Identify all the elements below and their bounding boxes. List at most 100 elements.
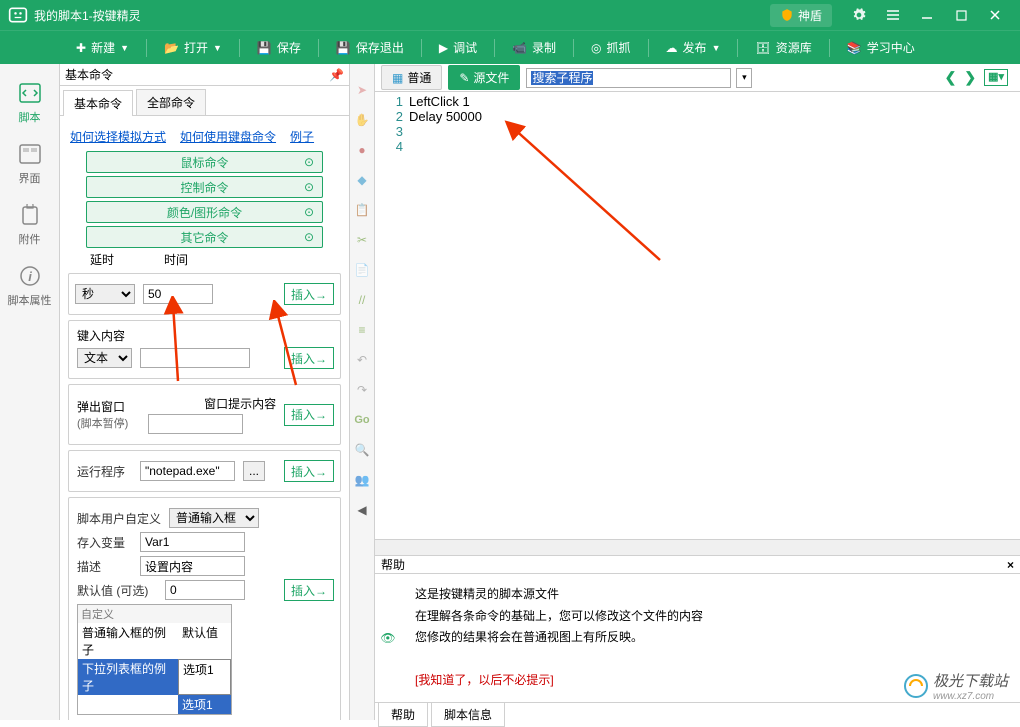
popup-insert-button[interactable]: 插入→ — [284, 404, 334, 426]
tab-basic-cmd[interactable]: 基本命令 — [63, 90, 133, 116]
btn-ctrl-cmd[interactable]: 控制命令⊙ — [86, 176, 323, 198]
tool-break-icon[interactable]: ● — [354, 142, 370, 158]
chevron-up-icon: ⊙ — [304, 230, 314, 244]
editor-side-tools: ➤ ✋ ● ◆ 📋 ✂ 📄 // ≡ ↶ ↷ Go 🔍 👥 ◀ — [350, 64, 375, 720]
delay-insert-button[interactable]: 插入→ — [284, 283, 334, 305]
tool-bookmark-icon[interactable]: ◆ — [354, 172, 370, 188]
grid-icon: ▦ — [392, 71, 403, 85]
run-browse-button[interactable]: ... — [243, 461, 265, 481]
ui-icon — [16, 141, 44, 167]
tab-script-info[interactable]: 脚本信息 — [431, 703, 505, 727]
list-item[interactable]: 选项1 — [78, 695, 231, 714]
nav-next-icon[interactable]: ❯ — [964, 69, 976, 86]
nav-prev-icon[interactable]: ❮ — [945, 69, 957, 86]
custom-var-input[interactable] — [140, 532, 245, 552]
nav-attach[interactable]: 附件 — [5, 196, 55, 253]
tool-hand-icon[interactable]: ✋ — [354, 112, 370, 128]
study-button[interactable]: 📚学习中心 — [839, 35, 923, 60]
maximize-button[interactable] — [944, 0, 978, 30]
custom-section: 脚本用户自定义 普通输入框 存入变量 描述 默认值 (可选) 插入→ — [68, 497, 341, 720]
open-button[interactable]: 📂打开▼ — [156, 35, 230, 60]
delay-value-input[interactable] — [143, 284, 213, 304]
popup-hint-input[interactable] — [148, 414, 243, 434]
menu-button[interactable] — [876, 0, 910, 30]
pin-icon[interactable]: 📌 — [329, 68, 344, 82]
tab-all-cmd[interactable]: 全部命令 — [136, 89, 206, 115]
help-close-icon[interactable]: × — [1007, 558, 1014, 572]
list-item[interactable]: 下拉列表框的例子选项1 — [78, 659, 231, 695]
command-panel: 基本命令 📌 基本命令 全部命令 如何选择模拟方式 如何使用键盘命令 例子 鼠标… — [60, 64, 350, 720]
play-icon: ▶ — [439, 41, 448, 55]
code-icon: ✎ — [459, 71, 469, 85]
delay-section: 秒 插入→ — [68, 273, 341, 315]
tool-redo-icon[interactable]: ↷ — [354, 382, 370, 398]
custom-list[interactable]: 自定义 普通输入框的例子默认值 下拉列表框的例子选项1 选项1 — [77, 604, 232, 715]
tool-collapse-icon[interactable]: ◀ — [354, 502, 370, 518]
publish-icon: ☁ — [666, 41, 678, 55]
editor-h-scrollbar[interactable] — [375, 539, 1020, 555]
code-editor[interactable]: 1LeftClick 1 2Delay 50000 3 4 — [375, 92, 1020, 539]
run-program-input[interactable] — [140, 461, 235, 481]
gear-icon — [852, 8, 866, 22]
publish-button[interactable]: ☁发布▼ — [658, 35, 729, 60]
settings-button[interactable] — [842, 0, 876, 30]
nav-ui[interactable]: 界面 — [5, 135, 55, 192]
tool-undo-icon[interactable]: ↶ — [354, 352, 370, 368]
editor-view-tabs: ▦普通 ✎源文件 搜索子程序 ▾ ❮ ❯ ▦▾ — [375, 64, 1020, 92]
tab-source-view[interactable]: ✎源文件 — [448, 65, 520, 90]
search-subroutine[interactable]: 搜索子程序 — [526, 68, 731, 88]
btn-mouse-cmd[interactable]: 鼠标命令⊙ — [86, 151, 323, 173]
btn-color-cmd[interactable]: 颜色/图形命令⊙ — [86, 201, 323, 223]
list-item[interactable]: 普通输入框的例子默认值 — [78, 623, 231, 659]
search-dropdown-icon[interactable]: ▾ — [736, 68, 752, 88]
tool-comment-icon[interactable]: // — [354, 292, 370, 308]
book-icon: 📚 — [847, 41, 862, 55]
save-button[interactable]: 💾保存 — [249, 35, 309, 60]
input-type-select[interactable]: 文本 — [77, 348, 132, 368]
save-exit-button[interactable]: 💾保存退出 — [328, 35, 412, 60]
custom-insert-button[interactable]: 插入→ — [284, 579, 334, 601]
new-button[interactable]: ✚新建▼ — [68, 35, 137, 60]
help-dismiss-link[interactable]: [我知道了，以后不必提示] — [415, 673, 554, 687]
grab-button[interactable]: ◎抓抓 — [583, 35, 639, 60]
tool-find-icon[interactable]: 🔍 — [354, 442, 370, 458]
tool-users-icon[interactable]: 👥 — [354, 472, 370, 488]
link-sim-mode[interactable]: 如何选择模拟方式 — [70, 128, 166, 145]
run-insert-button[interactable]: 插入→ — [284, 460, 334, 482]
debug-button[interactable]: ▶调试 — [431, 35, 485, 60]
input-insert-button[interactable]: 插入→ — [284, 347, 334, 369]
nav-script[interactable]: 脚本 — [5, 74, 55, 131]
custom-type-select[interactable]: 普通输入框 — [169, 508, 259, 528]
plus-icon: ✚ — [76, 41, 86, 55]
tool-uncomment-icon[interactable]: ≡ — [354, 322, 370, 338]
tool-cut-icon[interactable]: ✂ — [354, 232, 370, 248]
input-content-input[interactable] — [140, 348, 250, 368]
tool-copy-icon[interactable]: 📋 — [354, 202, 370, 218]
shield-button[interactable]: 神盾 — [770, 4, 832, 27]
tool-paste-icon[interactable]: 📄 — [354, 262, 370, 278]
custom-desc-input[interactable] — [140, 556, 245, 576]
tool-cursor-icon[interactable]: ➤ — [354, 82, 370, 98]
minimize-button[interactable] — [910, 0, 944, 30]
delay-unit-select[interactable]: 秒 — [75, 284, 135, 304]
titlebar: 我的脚本1-按键精灵 神盾 — [0, 0, 1020, 30]
btn-other-cmd[interactable]: 其它命令⊙ — [86, 226, 323, 248]
link-example[interactable]: 例子 — [290, 128, 314, 145]
link-kb-cmd[interactable]: 如何使用键盘命令 — [180, 128, 276, 145]
main-toolbar: ✚新建▼ 📂打开▼ 💾保存 💾保存退出 ▶调试 📹录制 ◎抓抓 ☁发布▼ 🗄资源… — [0, 30, 1020, 64]
resource-button[interactable]: 🗄资源库 — [747, 35, 819, 60]
tab-normal-view[interactable]: ▦普通 — [381, 65, 442, 90]
watermark-logo-icon — [903, 673, 929, 699]
window-title: 我的脚本1-按键精灵 — [34, 7, 770, 24]
tool-go-icon[interactable]: Go — [354, 412, 370, 428]
tab-help[interactable]: 帮助 — [378, 703, 428, 727]
grab-icon: ◎ — [591, 41, 601, 55]
close-icon — [989, 9, 1001, 21]
watermark: 极光下载站 www.xz7.com — [903, 670, 1008, 702]
layout-icon[interactable]: ▦▾ — [984, 69, 1008, 86]
record-button[interactable]: 📹录制 — [504, 35, 564, 60]
custom-default-input[interactable] — [165, 580, 245, 600]
nav-attr[interactable]: i 脚本属性 — [5, 257, 55, 314]
popup-section: 弹出窗口 (脚本暂停) 窗口提示内容 插入→ — [68, 384, 341, 445]
close-button[interactable] — [978, 0, 1012, 30]
